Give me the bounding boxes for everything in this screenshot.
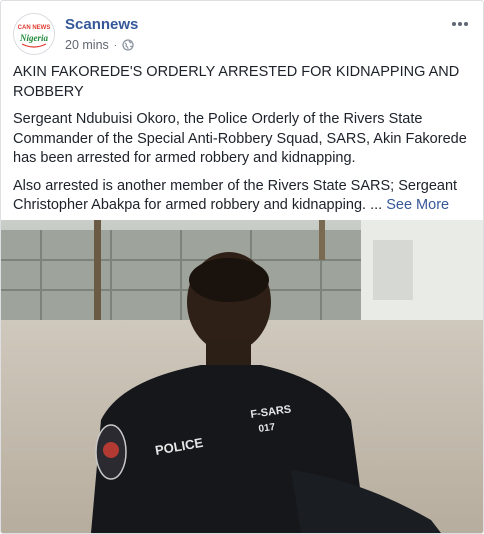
scannews-logo: CAN NEWS Nigeria [14, 14, 54, 54]
post-header: CAN NEWS Nigeria Scannews 20 mins · [13, 13, 471, 57]
more-options-icon[interactable] [449, 15, 471, 33]
post-photo[interactable]: POLICE F-SARS 017 [1, 220, 483, 533]
ellipsis: ... [370, 197, 383, 213]
post-meta: 20 mins · [65, 38, 134, 52]
meta-separator: · [113, 39, 118, 51]
post-paragraph-2: Also arrested is another member of the R… [13, 177, 471, 216]
logo-top-text: CAN NEWS [18, 25, 51, 31]
post-text: AKIN FAKOREDE'S ORDERLY ARRESTED FOR KID… [13, 63, 471, 224]
logo-bottom-text: Nigeria [19, 33, 48, 43]
see-more-link[interactable]: See More [386, 197, 449, 213]
page-avatar[interactable]: CAN NEWS Nigeria [13, 13, 55, 55]
post-headline: AKIN FAKOREDE'S ORDERLY ARRESTED FOR KID… [13, 64, 460, 100]
post-card: CAN NEWS Nigeria Scannews 20 mins · AKIN… [0, 0, 484, 534]
page-name-link[interactable]: Scannews [65, 16, 138, 33]
post-paragraph-1: Sergeant Ndubuisi Okoro, the Police Orde… [13, 111, 467, 166]
globe-icon[interactable] [122, 39, 134, 51]
timestamp-link[interactable]: 20 mins [65, 38, 109, 52]
